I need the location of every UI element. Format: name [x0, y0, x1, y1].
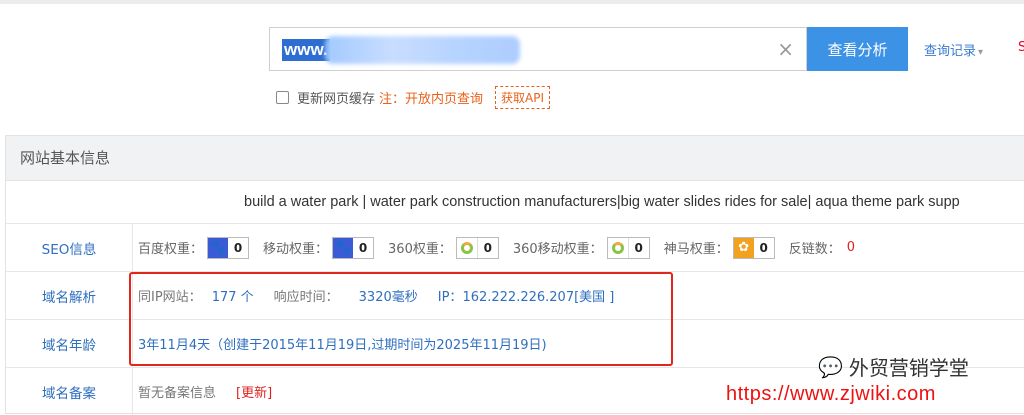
panel-heading: 网站基本信息	[6, 136, 1024, 181]
icp-label[interactable]: 域名备案	[6, 368, 133, 415]
seo-row: SEO信息 百度权重： 🐾 0 移动权重： 🐾 0 360权重： 0 360移动权重…	[6, 224, 1024, 272]
weight-label: 360移动权重：	[512, 242, 603, 257]
ring-icon	[607, 237, 629, 258]
weight-value: 0	[759, 240, 768, 255]
search-input-value: www.	[282, 39, 330, 61]
inner-page-note: 注：开放内页查询	[379, 92, 484, 107]
update-cache-checkbox[interactable]	[276, 91, 289, 104]
domain-age-value-wrap: 3年11月4天（创建于2015年11月19日,过期时间为2025年11月19日)	[138, 320, 547, 367]
ip-value[interactable]: 162.222.226.207[美国 ]	[462, 286, 614, 305]
response-time-value: 3320毫秒	[358, 290, 418, 305]
dns-label[interactable]: 域名解析	[6, 272, 133, 319]
get-api-button[interactable]: 获取API	[495, 86, 551, 109]
weight-value: 0	[483, 240, 493, 255]
chevron-down-icon: ▾	[978, 47, 984, 58]
ip-label: IP：	[437, 290, 463, 305]
domain-age-value: 3年11月4天（创建于2015年11月19日,过期时间为2025年11月19日)	[138, 338, 547, 353]
weight-label: 神马权重：	[663, 242, 729, 257]
weight-label: 百度权重：	[138, 242, 204, 257]
domain-age-label[interactable]: 域名年龄	[6, 320, 133, 367]
weight-badge[interactable]: 0	[606, 236, 650, 259]
weight-label: 360权重：	[388, 242, 452, 257]
weight-badge[interactable]: 🐾 0	[332, 236, 375, 259]
watermark-text: 外贸营销学堂	[848, 356, 969, 380]
seo-values: 百度权重： 🐾 0 移动权重： 🐾 0 360权重： 0 360移动权重： 0 神马…	[138, 224, 855, 271]
search-input[interactable]: www. ×	[269, 27, 807, 71]
watermark-url: https://www.zjwiki.com	[726, 383, 936, 405]
update-cache-label: 更新网页缓存	[297, 92, 376, 107]
seo-label[interactable]: SEO信息	[6, 224, 133, 271]
weight-item-mobile: 移动权重： 🐾 0	[263, 236, 375, 259]
history-dropdown[interactable]: 查询记录 ▾	[924, 40, 983, 59]
ring-icon	[456, 237, 478, 258]
search-button[interactable]: 查看分析	[807, 27, 908, 71]
weight-badge[interactable]: ✿ 0	[732, 236, 775, 259]
top-border	[0, 0, 1024, 4]
clear-icon[interactable]: ×	[777, 36, 794, 62]
weight-value: 0	[233, 240, 243, 255]
search-options: 更新网页缓存 注：开放内页查询 获取API	[276, 86, 551, 109]
backlinks-value[interactable]: 0	[847, 240, 855, 255]
weight-badge[interactable]: 0	[455, 236, 499, 259]
dns-values: 同IP网站： 177 个 响应时间： 3320毫秒 IP： 162.222.22…	[138, 272, 614, 319]
weight-item-baidu: 百度权重： 🐾 0	[138, 236, 250, 259]
icp-update-link[interactable]: [更新]	[236, 382, 272, 401]
paw-icon: 🐾	[333, 237, 354, 258]
weight-item-360: 360权重： 0	[388, 236, 499, 259]
blurred-redaction	[325, 36, 520, 64]
response-time-label: 响应时间：	[273, 290, 339, 305]
watermark: 💬 外贸营销学堂	[818, 352, 969, 381]
weight-label: 移动权重：	[263, 242, 329, 257]
weight-badge[interactable]: 🐾 0	[207, 236, 250, 259]
backlinks-label: 反链数：	[788, 242, 841, 257]
weight-item-360-mobile: 360移动权重： 0	[512, 236, 650, 259]
wechat-icon: 💬	[818, 354, 843, 379]
icp-values: 暂无备案信息 [更新]	[138, 368, 272, 415]
same-ip-label: 同IP网站：	[138, 290, 202, 305]
weight-item-shenma: 神马权重： ✿ 0	[663, 236, 775, 259]
clipped-link[interactable]: S	[1018, 40, 1024, 55]
dns-row: 域名解析 同IP网站： 177 个 响应时间： 3320毫秒 IP： 162.2…	[6, 272, 1024, 320]
paw-icon: 🐾	[208, 237, 229, 258]
icp-value: 暂无备案信息	[138, 386, 217, 401]
site-title: build a water park | water park construc…	[6, 181, 1024, 224]
weight-value: 0	[634, 240, 643, 255]
history-label: 查询记录	[924, 44, 977, 59]
weight-value: 0	[358, 240, 368, 255]
same-ip-value[interactable]: 177 个	[212, 286, 254, 305]
shenma-icon: ✿	[733, 237, 754, 258]
